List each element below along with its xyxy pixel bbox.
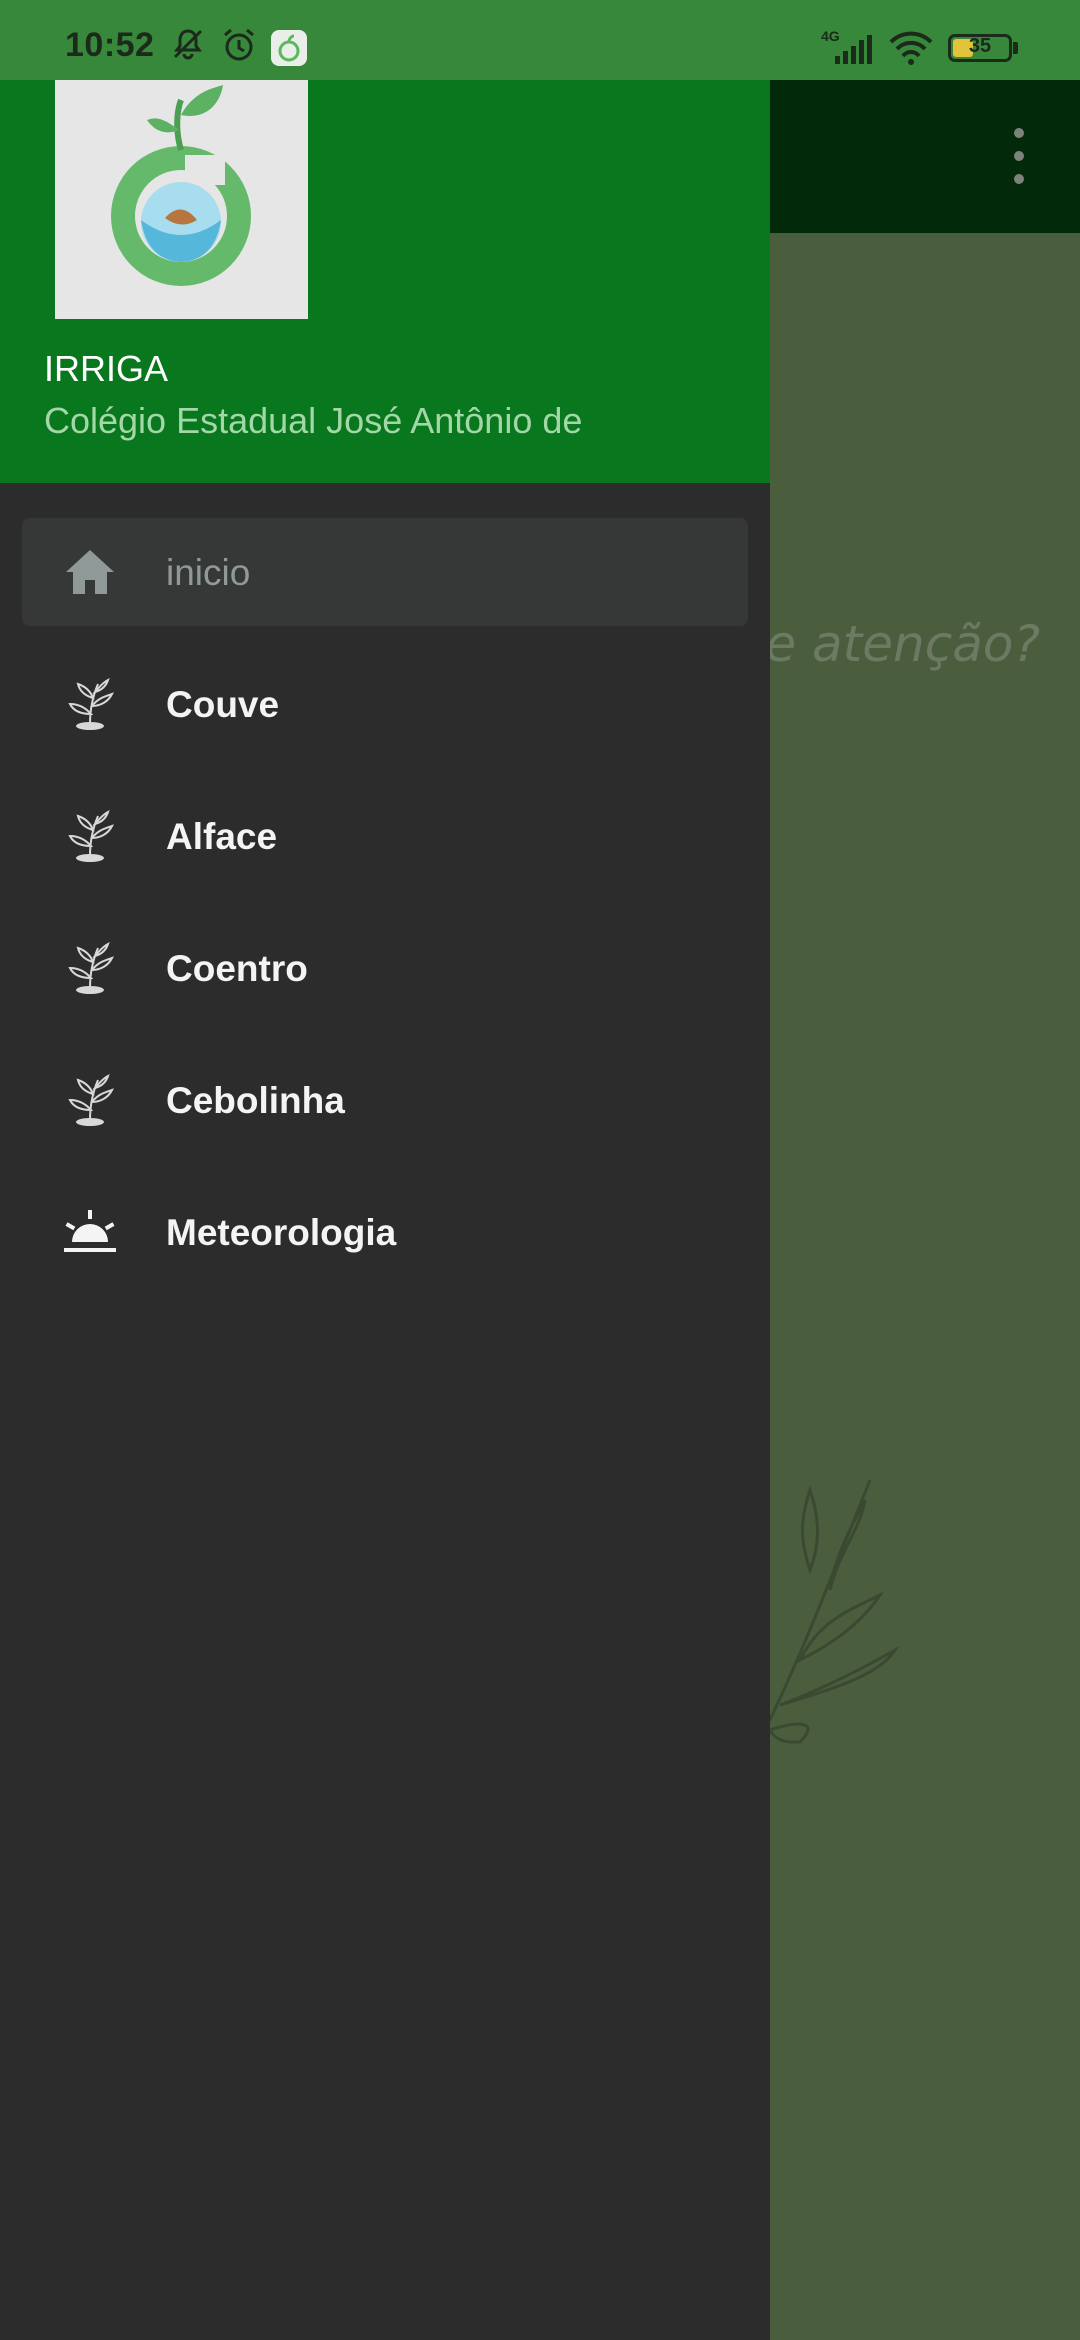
battery-icon: 35 [948, 34, 1012, 62]
plant-icon [68, 942, 114, 994]
menu-item-meteorologia[interactable]: Meteorologia [22, 1178, 748, 1286]
navigation-drawer: IRRIGA Colégio Estadual José Antônio de … [0, 80, 770, 2340]
status-time: 10:52 [65, 26, 155, 64]
home-icon [66, 550, 114, 594]
menu-item-label: Couve [166, 684, 280, 725]
menu-item-coentro[interactable]: Coentro [22, 914, 748, 1022]
overflow-menu-icon[interactable] [1004, 128, 1034, 188]
wifi-icon [889, 31, 933, 65]
plant-icon [68, 1074, 114, 1126]
app-notification-icon [271, 30, 307, 66]
menu-item-label: Alface [166, 816, 278, 857]
plant-icon [68, 678, 114, 730]
plant-icon [68, 810, 114, 862]
menu-item-label: inicio [166, 552, 251, 593]
battery-tip [1013, 42, 1018, 54]
battery-level: 35 [968, 35, 992, 57]
menu-item-cebolinha[interactable]: Cebolinha [22, 1046, 748, 1154]
menu-item-label: Coentro [166, 948, 308, 989]
signal-icon [835, 35, 872, 64]
menu-item-label: Meteorologia [166, 1212, 397, 1253]
menu-item-label: Cebolinha [166, 1080, 345, 1121]
alarm-icon [224, 28, 254, 61]
drawer-subtitle: Colégio Estadual José Antônio de [44, 400, 583, 441]
status-bar: 10:52 4G 35 [0, 0, 1080, 80]
menu-item-couve[interactable]: Couve [22, 650, 748, 758]
menu-item-alface[interactable]: Alface [22, 782, 748, 890]
dnd-off-icon [173, 29, 203, 60]
sunrise-icon [64, 1210, 116, 1252]
app-logo [55, 80, 308, 319]
drawer-header: IRRIGA Colégio Estadual José Antônio de [0, 80, 770, 483]
drawer-title: IRRIGA [44, 348, 169, 389]
menu-item-inicio[interactable]: inicio [22, 518, 748, 626]
